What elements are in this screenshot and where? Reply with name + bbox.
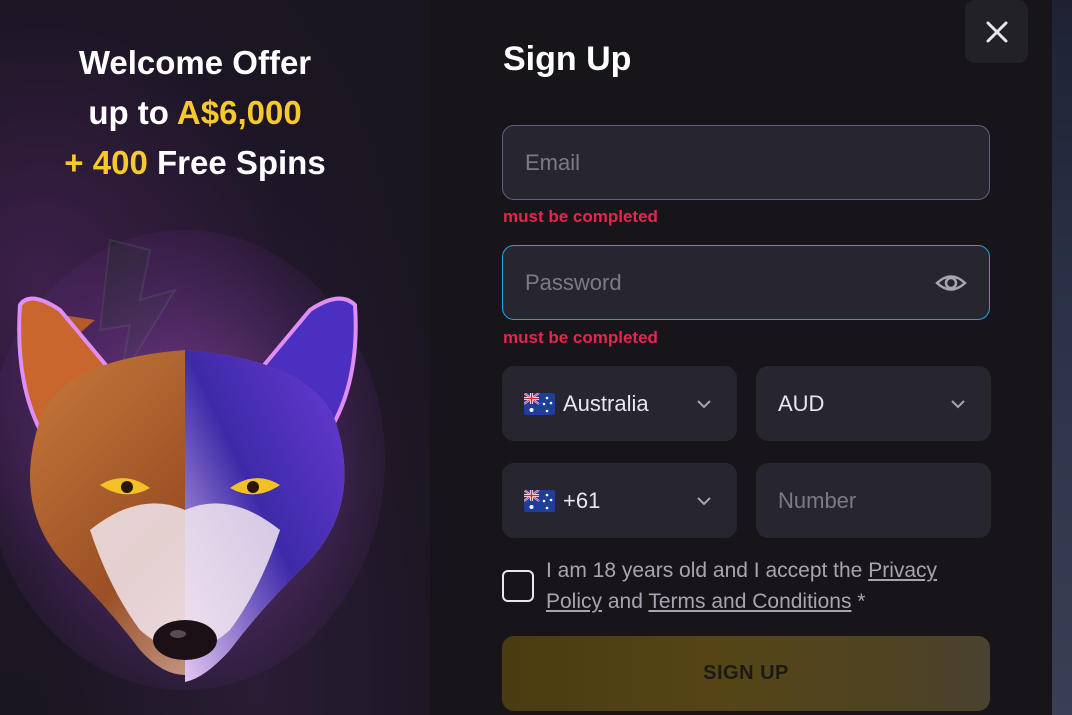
- promo-line3-suffix: Free Spins: [147, 144, 326, 181]
- agreement-and: and: [602, 590, 649, 613]
- chevron-down-icon: [951, 400, 965, 409]
- currency-select[interactable]: AUD: [756, 366, 991, 441]
- promo-panel: Welcome Offer up to A$6,000 + 400 Free S…: [0, 0, 430, 715]
- number-placeholder: Number: [778, 487, 857, 513]
- currency-value: AUD: [778, 390, 825, 416]
- page: Welcome Offer up to A$6,000 + 400 Free S…: [0, 0, 1072, 715]
- country-value: Australia: [563, 390, 649, 416]
- phone-code-value: +61: [563, 487, 601, 513]
- promo-line2-prefix: up to: [88, 94, 177, 131]
- promo-line1: Welcome Offer: [78, 44, 312, 81]
- close-icon: [986, 21, 1007, 42]
- chevron-down-icon: [697, 400, 711, 409]
- australia-flag-icon: [524, 489, 555, 512]
- phone-code-select[interactable]: +61: [502, 463, 737, 538]
- background-page: [1052, 0, 1072, 715]
- password-error-message: must be completed: [503, 328, 658, 347]
- wolf-mascot-image: [0, 230, 400, 715]
- email-error-message: must be completed: [503, 207, 658, 226]
- terms-conditions-link[interactable]: Terms and Conditions: [648, 590, 851, 613]
- chevron-down-icon: [697, 497, 711, 506]
- email-placeholder: Email: [525, 149, 581, 175]
- password-input[interactable]: Password: [502, 245, 990, 320]
- form-title: Sign Up: [503, 40, 632, 78]
- close-button[interactable]: [965, 0, 1028, 63]
- signup-modal: Welcome Offer up to A$6,000 + 400 Free S…: [0, 0, 1052, 715]
- agreement-text: I am 18 years old and I accept the Priva…: [546, 555, 986, 617]
- phone-number-input[interactable]: Number: [756, 463, 991, 538]
- promo-bonus-amount: A$6,000: [176, 94, 302, 131]
- australia-flag-icon: [524, 392, 555, 415]
- eye-icon[interactable]: [935, 270, 967, 296]
- welcome-offer-heading: Welcome Offer up to A$6,000 + 400 Free S…: [0, 38, 390, 188]
- signup-form: Sign Up Email must be completed Password…: [502, 0, 992, 715]
- email-input[interactable]: Email: [502, 125, 990, 200]
- agreement-intro: I am 18 years old and I accept the: [546, 559, 869, 582]
- age-terms-checkbox[interactable]: [502, 570, 534, 602]
- promo-spins-amount: + 400: [64, 144, 148, 181]
- required-marker: *: [851, 590, 866, 613]
- signup-button[interactable]: SIGN UP: [502, 636, 990, 711]
- password-placeholder: Password: [525, 269, 622, 295]
- country-select[interactable]: Australia: [502, 366, 737, 441]
